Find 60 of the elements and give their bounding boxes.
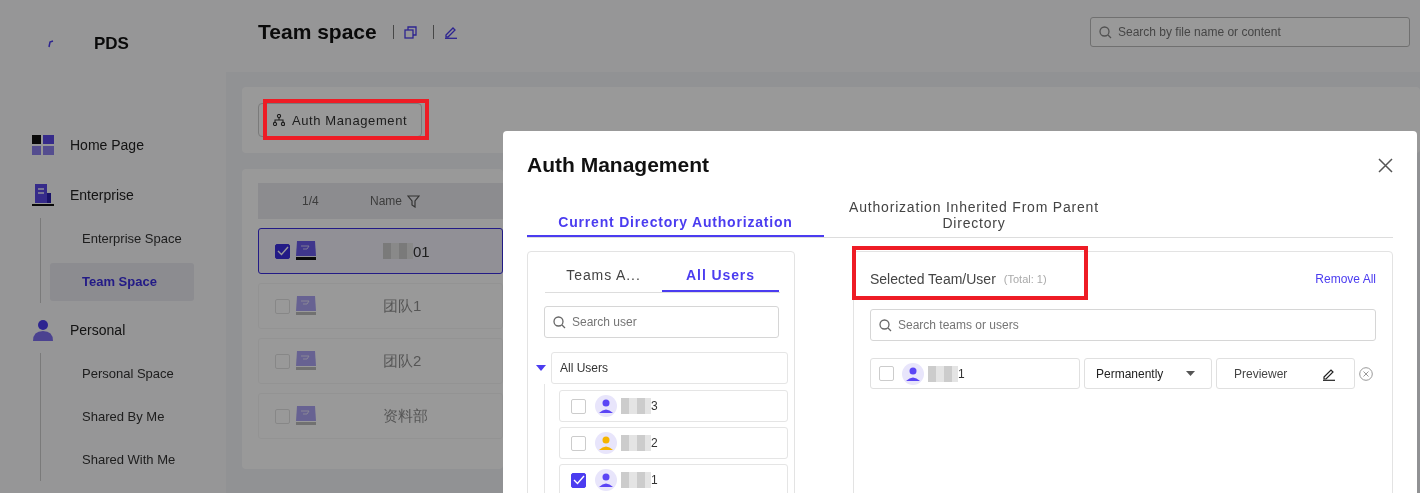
search-field[interactable]: Search user — [544, 306, 779, 338]
dialog-tab[interactable]: Authorization Inherited From Parent Directory — [824, 199, 1124, 237]
avatar-icon — [595, 395, 617, 417]
nav-item[interactable]: Team Space — [50, 263, 194, 301]
user-row[interactable]: 3 — [559, 390, 788, 422]
table-row[interactable]: 01 — [258, 228, 503, 274]
avatar-icon — [595, 432, 617, 454]
team-name: 团队1 — [383, 296, 422, 316]
nav-item[interactable]: Personal Space — [50, 355, 194, 393]
nav-section[interactable]: Personal — [0, 307, 226, 353]
team-name: 团队2 — [383, 351, 422, 371]
logo-text: PDS — [94, 34, 129, 54]
drive-icon — [295, 241, 317, 261]
nav-item[interactable]: Shared With Me — [50, 441, 194, 479]
dialog-tab[interactable]: Current Directory Authorization — [527, 214, 824, 237]
user-name: 3 — [651, 399, 658, 413]
hierarchy-icon — [273, 114, 285, 126]
column-header: 1/4 — [302, 194, 320, 208]
avatar-icon — [595, 469, 617, 491]
search-field[interactable]: Search by file name or content — [1090, 17, 1410, 47]
role-field[interactable]: Previewer — [1216, 358, 1355, 389]
remove-all-link[interactable]: Remove All — [1315, 272, 1376, 286]
user-row[interactable]: 2 — [559, 427, 788, 459]
user-name: 1 — [651, 473, 658, 487]
column-header[interactable]: Name — [370, 194, 402, 208]
search-icon — [1099, 25, 1112, 39]
search-icon — [553, 315, 566, 329]
user-row[interactable]: 1 — [559, 464, 788, 493]
user-name: 2 — [651, 436, 658, 450]
remove-icon[interactable] — [1359, 366, 1373, 381]
caret-icon[interactable] — [536, 365, 546, 371]
copy-icon[interactable] — [403, 25, 417, 39]
avatar-icon — [902, 362, 924, 385]
nav-item[interactable]: Shared By Me — [50, 398, 194, 436]
filter-icon[interactable] — [407, 194, 420, 208]
user-name: 1 — [958, 366, 965, 381]
nav-section[interactable]: Enterprise — [0, 172, 226, 218]
team-name: 资料部 — [383, 406, 428, 426]
nav-item[interactable]: Enterprise Space — [50, 220, 194, 258]
checkbox[interactable] — [275, 243, 290, 259]
panel-heading: Selected Team/User — [870, 271, 996, 287]
picker-tab[interactable]: Teams A... — [545, 260, 662, 290]
logo-icon — [48, 40, 54, 48]
duration-dropdown[interactable]: Permanently — [1084, 358, 1212, 389]
auth-management-button[interactable]: Auth Management — [258, 103, 423, 137]
tree-node[interactable]: All Users — [551, 352, 788, 384]
close-icon[interactable] — [1378, 157, 1393, 173]
checkbox[interactable] — [571, 472, 586, 488]
dialog-title: Auth Management — [527, 153, 709, 177]
picker-tab[interactable]: All Users — [662, 260, 779, 292]
search-icon — [879, 318, 892, 332]
page-title: Team space — [258, 20, 377, 44]
building-icon — [32, 184, 54, 206]
total-count: (Total: 1) — [1003, 273, 1047, 285]
person-icon — [32, 319, 54, 341]
nav-section[interactable]: Home Page — [0, 122, 226, 168]
team-name: 01 — [413, 242, 430, 260]
caret-icon — [1186, 371, 1195, 376]
search-field[interactable]: Search teams or users — [870, 309, 1376, 341]
grid-icon — [32, 135, 54, 155]
